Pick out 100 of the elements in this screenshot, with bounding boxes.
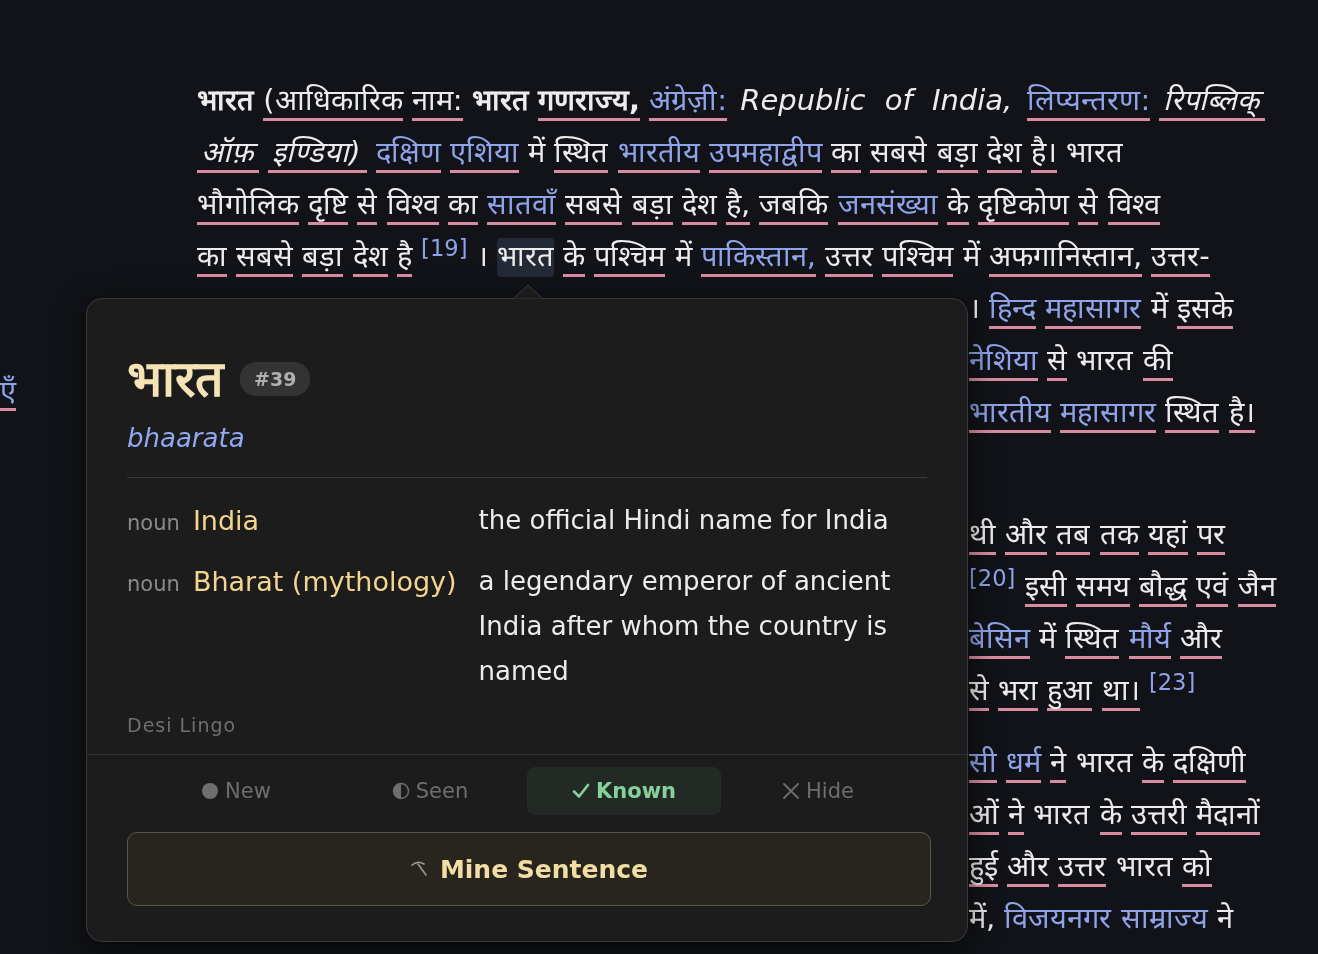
word[interactable]: स्थित [1165, 394, 1220, 433]
word[interactable]: का [197, 238, 227, 277]
word[interactable]: के [1099, 796, 1122, 835]
word[interactable]: इसके [1176, 290, 1233, 329]
word[interactable]: में [962, 238, 980, 277]
linked-word[interactable]: मौर्य [1128, 620, 1171, 659]
word[interactable]: समय [1075, 568, 1130, 607]
word[interactable]: (आधिकारिक [263, 82, 403, 121]
word[interactable]: पश्चिम [594, 238, 666, 277]
italic-word[interactable]: ऑफ़ [197, 134, 259, 173]
citation-link[interactable]: [20] [969, 564, 1016, 595]
word[interactable]: भारत [1066, 134, 1124, 173]
word[interactable]: सबसे [565, 186, 623, 225]
italic-word[interactable]: रिपब्लिक् [1159, 82, 1266, 121]
word[interactable]: और [1179, 620, 1222, 659]
linked-word[interactable]: सातवाँ [487, 186, 557, 225]
word[interactable]: भरा [998, 672, 1039, 711]
italic-word[interactable]: of [880, 82, 919, 121]
sidebar-link[interactable]: एँ [0, 374, 16, 411]
bold-word[interactable]: गणराज्य, [538, 82, 640, 121]
word[interactable]: स्थित [554, 134, 609, 173]
word[interactable]: भारत [1075, 744, 1133, 783]
word[interactable]: में [674, 238, 692, 277]
word[interactable]: दृष्टिकोण [978, 186, 1070, 225]
linked-word[interactable]: पाकिस्तान, [700, 238, 817, 277]
word[interactable]: विश्व [386, 186, 439, 225]
word[interactable]: जबकि [759, 186, 829, 225]
bold-word[interactable]: भारत [471, 82, 529, 121]
word[interactable]: भारत [496, 238, 554, 277]
word[interactable]: में [528, 134, 546, 173]
word[interactable]: है [396, 238, 412, 277]
word[interactable]: बड़ा [631, 186, 673, 225]
word[interactable]: की [1142, 342, 1173, 381]
word[interactable]: बड़ा [302, 238, 344, 277]
word[interactable]: से [357, 186, 378, 225]
word[interactable]: है, [725, 186, 751, 225]
word[interactable]: और [1007, 848, 1050, 887]
word[interactable]: देश [986, 134, 1022, 173]
word[interactable]: में [1039, 620, 1057, 659]
word[interactable]: तक [1099, 516, 1139, 555]
word[interactable]: भौगोलिक [197, 186, 299, 225]
linked-word[interactable]: अंग्रेज़ी: [649, 82, 727, 121]
word[interactable]: सबसे [870, 134, 928, 173]
linked-word[interactable]: जनसंख्या [837, 186, 938, 225]
word[interactable]: ने [1216, 900, 1233, 939]
word[interactable]: है। [1228, 394, 1255, 433]
word[interactable]: का [447, 186, 478, 225]
word[interactable]: है। [1030, 134, 1057, 173]
linked-word[interactable]: धर्म [1006, 744, 1042, 783]
word[interactable]: जैन [1237, 568, 1276, 607]
word[interactable]: से [1047, 342, 1068, 381]
word[interactable]: के [1141, 744, 1164, 783]
linked-word[interactable]: उपमहाद्वीप [708, 134, 822, 173]
word[interactable]: भारत [1033, 796, 1091, 835]
linked-word[interactable]: विजयनगर [1004, 900, 1112, 939]
linked-word[interactable]: महासागर [1045, 290, 1142, 329]
word[interactable]: उत्तर [825, 238, 874, 277]
word[interactable]: था। [1101, 672, 1140, 711]
word[interactable]: स्थित [1065, 620, 1120, 659]
word[interactable]: में [1150, 290, 1168, 329]
word[interactable]: देश [352, 238, 388, 277]
word[interactable]: को [1181, 848, 1212, 887]
word[interactable]: बड़ा [936, 134, 978, 173]
italic-word[interactable]: India, [927, 82, 1019, 121]
word[interactable]: हुआ [1047, 672, 1093, 711]
word[interactable]: का [831, 134, 862, 173]
word[interactable]: दृष्टि [308, 186, 349, 225]
word[interactable]: और [1005, 516, 1048, 555]
word[interactable]: सबसे [236, 238, 294, 277]
word[interactable]: भारत [1115, 848, 1173, 887]
status-button[interactable]: Known [527, 767, 721, 815]
word[interactable]: इसी [1024, 568, 1067, 607]
linked-word[interactable]: भारतीय [617, 134, 700, 173]
word[interactable]: उत्तर- [1151, 238, 1210, 277]
word[interactable]: ने [1008, 796, 1025, 835]
linked-word[interactable]: लिप्यन्तरण: [1027, 82, 1151, 121]
italic-word[interactable]: Republic [736, 82, 872, 121]
word[interactable]: से [1078, 186, 1099, 225]
word[interactable]: विश्व [1107, 186, 1160, 225]
linked-word[interactable]: हिन्द [989, 290, 1037, 329]
word[interactable]: में, [969, 900, 996, 939]
word[interactable]: यहां [1147, 516, 1188, 555]
linked-word[interactable]: दक्षिण [375, 134, 441, 173]
linked-word[interactable]: एशिया [450, 134, 519, 173]
citation-link[interactable]: [23] [1148, 668, 1196, 699]
word[interactable]: उत्तर [1058, 848, 1107, 887]
linked-word[interactable]: महासागर [1060, 394, 1157, 433]
word[interactable]: नाम: [411, 82, 463, 121]
bold-word[interactable]: भारत [197, 82, 254, 121]
word[interactable]: मैदानों [1196, 796, 1261, 835]
word[interactable]: के [563, 238, 586, 277]
word[interactable]: भारत [1076, 342, 1134, 381]
word[interactable]: एवं [1196, 568, 1229, 607]
word[interactable]: ने [1050, 744, 1067, 783]
word[interactable]: अफगानिस्तान, [988, 238, 1143, 277]
mine-sentence-button[interactable]: Mine Sentence [127, 832, 931, 906]
citation-link[interactable]: [19] [421, 234, 468, 265]
word[interactable]: पश्चिम [882, 238, 954, 277]
word[interactable]: दक्षिणी [1173, 744, 1247, 783]
word[interactable]: तब [1056, 516, 1091, 555]
